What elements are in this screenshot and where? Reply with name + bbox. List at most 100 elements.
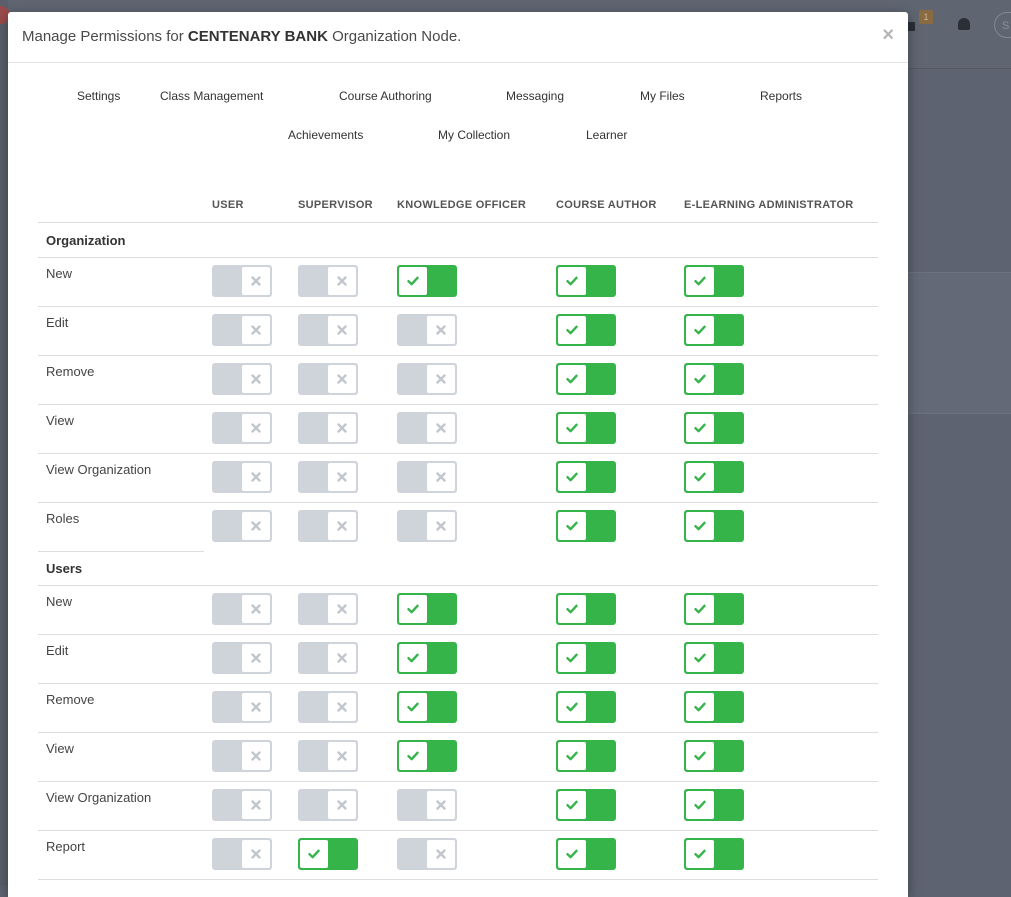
check-icon: [558, 693, 586, 721]
permission-toggle-user[interactable]: [212, 789, 272, 821]
x-icon: [242, 595, 270, 623]
check-icon: [399, 595, 427, 623]
permission-toggle-supervisor[interactable]: [298, 838, 358, 870]
permission-toggle-knowledge-officer[interactable]: [397, 314, 457, 346]
permission-toggle-e-learning-administrator[interactable]: [684, 314, 744, 346]
permission-toggle-course-author[interactable]: [556, 314, 616, 346]
permission-toggle-knowledge-officer[interactable]: [397, 838, 457, 870]
column-header-course-author: COURSE AUTHOR: [556, 199, 657, 211]
permission-toggle-user[interactable]: [212, 691, 272, 723]
permission-toggle-course-author[interactable]: [556, 412, 616, 444]
background-sidebar: [0, 0, 8, 885]
check-icon: [686, 742, 714, 770]
search-input[interactable]: S: [994, 12, 1011, 38]
check-icon: [399, 644, 427, 672]
check-icon: [558, 365, 586, 393]
permission-toggle-course-author[interactable]: [556, 265, 616, 297]
permission-toggle-supervisor[interactable]: [298, 789, 358, 821]
x-icon: [328, 512, 356, 540]
check-icon: [558, 463, 586, 491]
tab-settings[interactable]: Settings: [77, 89, 120, 103]
permission-toggle-e-learning-administrator[interactable]: [684, 363, 744, 395]
tab-class-management[interactable]: Class Management: [160, 89, 263, 103]
permission-toggle-knowledge-officer[interactable]: [397, 642, 457, 674]
permission-toggle-user[interactable]: [212, 265, 272, 297]
modal-header: Manage Permissions for CENTENARY BANK Or…: [8, 12, 908, 63]
permission-toggle-course-author[interactable]: [556, 593, 616, 625]
section-title-users: Users: [46, 561, 83, 576]
permission-toggle-supervisor[interactable]: [298, 593, 358, 625]
permission-toggle-supervisor[interactable]: [298, 363, 358, 395]
permission-toggle-e-learning-administrator[interactable]: [684, 265, 744, 297]
permission-toggle-knowledge-officer[interactable]: [397, 691, 457, 723]
x-icon: [242, 742, 270, 770]
permission-toggle-e-learning-administrator[interactable]: [684, 412, 744, 444]
permission-toggle-knowledge-officer[interactable]: [397, 740, 457, 772]
permission-toggle-user[interactable]: [212, 363, 272, 395]
permission-toggle-supervisor[interactable]: [298, 314, 358, 346]
x-icon: [427, 463, 455, 491]
check-icon: [686, 365, 714, 393]
x-icon: [427, 840, 455, 868]
permission-toggle-course-author[interactable]: [556, 510, 616, 542]
permission-toggle-user[interactable]: [212, 510, 272, 542]
permission-toggle-knowledge-officer[interactable]: [397, 461, 457, 493]
permission-toggle-course-author[interactable]: [556, 789, 616, 821]
permission-toggle-supervisor[interactable]: [298, 642, 358, 674]
permission-toggle-e-learning-administrator[interactable]: [684, 838, 744, 870]
permission-toggle-supervisor[interactable]: [298, 412, 358, 444]
permission-toggle-course-author[interactable]: [556, 740, 616, 772]
permission-toggle-knowledge-officer[interactable]: [397, 412, 457, 444]
row-divider: [38, 453, 878, 454]
check-icon: [558, 414, 586, 442]
permission-toggle-course-author[interactable]: [556, 642, 616, 674]
permission-toggle-course-author[interactable]: [556, 461, 616, 493]
column-header-user: USER: [212, 199, 244, 211]
permission-toggle-user[interactable]: [212, 461, 272, 493]
permission-toggle-user[interactable]: [212, 838, 272, 870]
permission-label-edit: Edit: [46, 643, 69, 658]
permission-toggle-knowledge-officer[interactable]: [397, 789, 457, 821]
permission-toggle-e-learning-administrator[interactable]: [684, 789, 744, 821]
permission-toggle-course-author[interactable]: [556, 691, 616, 723]
tab-messaging[interactable]: Messaging: [506, 89, 564, 103]
x-icon: [242, 463, 270, 491]
check-icon: [300, 840, 328, 868]
permission-toggle-user[interactable]: [212, 412, 272, 444]
permission-toggle-e-learning-administrator[interactable]: [684, 510, 744, 542]
permission-toggle-user[interactable]: [212, 593, 272, 625]
close-icon[interactable]: ×: [882, 25, 894, 45]
permission-toggle-supervisor[interactable]: [298, 740, 358, 772]
tab-reports[interactable]: Reports: [760, 89, 802, 103]
tab-my-files[interactable]: My Files: [640, 89, 685, 103]
permission-toggle-knowledge-officer[interactable]: [397, 265, 457, 297]
x-icon: [427, 414, 455, 442]
check-icon: [558, 512, 586, 540]
bell-icon[interactable]: [958, 18, 970, 30]
permission-toggle-e-learning-administrator[interactable]: [684, 461, 744, 493]
tab-learner[interactable]: Learner: [586, 128, 627, 142]
permission-toggle-supervisor[interactable]: [298, 691, 358, 723]
permission-toggle-knowledge-officer[interactable]: [397, 593, 457, 625]
x-icon: [242, 267, 270, 295]
permission-toggle-user[interactable]: [212, 642, 272, 674]
permission-toggle-course-author[interactable]: [556, 838, 616, 870]
permission-toggle-supervisor[interactable]: [298, 265, 358, 297]
tab-achievements[interactable]: Achievements: [288, 128, 363, 142]
x-icon: [328, 365, 356, 393]
row-divider: [38, 879, 878, 880]
permission-toggle-knowledge-officer[interactable]: [397, 510, 457, 542]
permission-toggle-user[interactable]: [212, 740, 272, 772]
permission-toggle-knowledge-officer[interactable]: [397, 363, 457, 395]
tab-my-collection[interactable]: My Collection: [438, 128, 510, 142]
tab-course-authoring[interactable]: Course Authoring: [339, 89, 432, 103]
permission-toggle-e-learning-administrator[interactable]: [684, 691, 744, 723]
permission-toggle-e-learning-administrator[interactable]: [684, 642, 744, 674]
permission-toggle-e-learning-administrator[interactable]: [684, 593, 744, 625]
permission-toggle-e-learning-administrator[interactable]: [684, 740, 744, 772]
permission-toggle-supervisor[interactable]: [298, 461, 358, 493]
permission-toggle-supervisor[interactable]: [298, 510, 358, 542]
permission-label-view-organization: View Organization: [46, 462, 152, 477]
permission-toggle-user[interactable]: [212, 314, 272, 346]
permission-toggle-course-author[interactable]: [556, 363, 616, 395]
